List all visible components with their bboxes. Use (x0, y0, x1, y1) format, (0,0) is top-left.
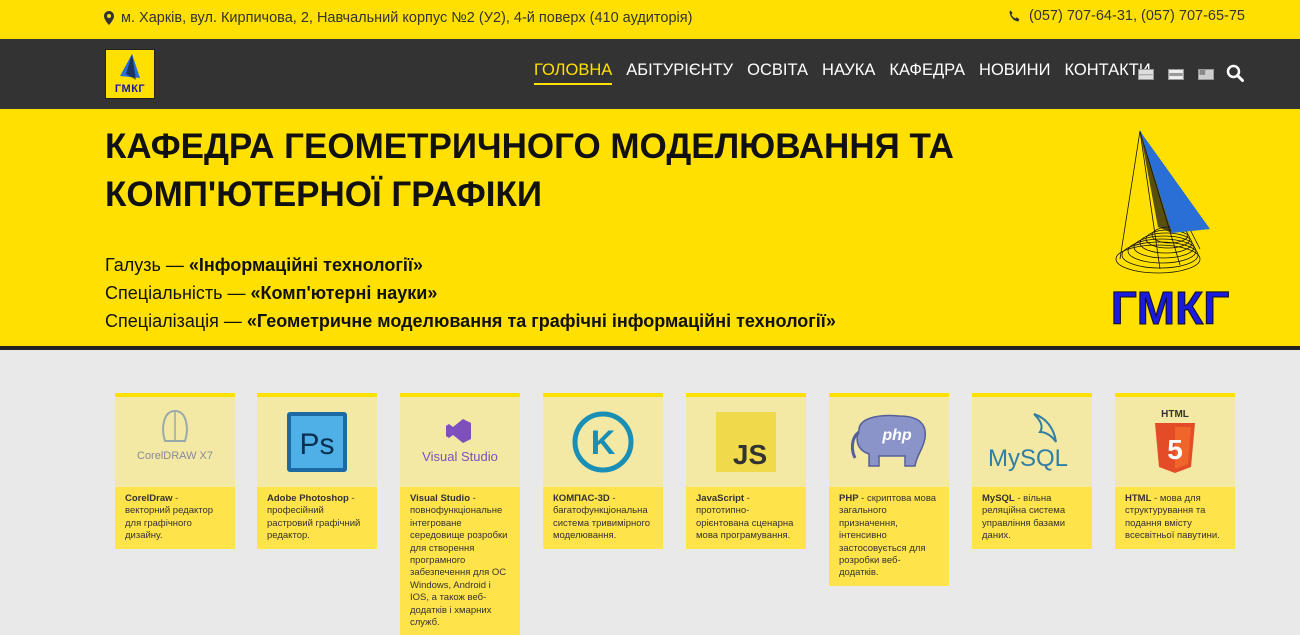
nav-item-applicants[interactable]: АБІТУРІЄНТУ (626, 61, 733, 85)
nav-item-science[interactable]: НАУКА (822, 61, 875, 85)
phone: (057) 707-64-31, (057) 707-65-75 (1008, 8, 1245, 24)
main-menu: ГОЛОВНА АБІТУРІЄНТУ ОСВІТА НАУКА КАФЕДРА… (534, 61, 1151, 85)
card-description: Adobe Photoshop - професійний растровий … (267, 493, 361, 542)
specialization-line: Спеціалізація — «Геометричне моделювання… (105, 311, 836, 331)
industry-line: Галузь — «Інформаційні технології» (105, 255, 423, 275)
specialty-info: Галузь — «Інформаційні технології» Спеці… (105, 251, 836, 335)
flag-en-icon[interactable] (1198, 69, 1214, 80)
kompas-logo-text: K (591, 424, 616, 462)
tool-card-visual-studio[interactable]: Visual Studio Visual Studio - повнофункц… (400, 393, 520, 635)
coreldraw-logo-text: CorelDRAW X7 (137, 450, 213, 462)
tool-card-mysql[interactable]: MySQL MySQL - вільна реляційна система у… (972, 393, 1092, 549)
nav-item-department[interactable]: КАФЕДРА (889, 61, 965, 85)
emblem-text: ГМКГ (1111, 282, 1230, 329)
mysql-logo-text: MySQL (988, 445, 1068, 472)
card-description: JavaScript - прототипно-орієнтована сцен… (696, 493, 794, 542)
php-logo-text: php (881, 427, 912, 444)
logo-emblem-icon (120, 54, 140, 80)
language-switcher (1138, 69, 1214, 80)
tool-card-php[interactable]: php PHP - скриптова мова загального приз… (829, 393, 949, 586)
tool-card-photoshop[interactable]: Ps Adobe Photoshop - професійний растров… (257, 393, 377, 549)
photoshop-logo-icon: Ps (257, 397, 377, 487)
javascript-logo-icon: JS (686, 397, 806, 487)
nav-item-education[interactable]: ОСВІТА (747, 61, 808, 85)
flag-ru-icon[interactable] (1168, 69, 1184, 80)
card-description: КОМПАС-3D - багатофункціональна система … (553, 493, 651, 542)
photoshop-logo-text: Ps (299, 428, 334, 461)
main-navbar: ГМКГ ГОЛОВНА АБІТУРІЄНТУ ОСВІТА НАУКА КА… (0, 39, 1300, 109)
javascript-logo-text: JS (733, 439, 767, 470)
svg-text:5: 5 (1167, 434, 1183, 465)
card-description: CorelDraw - векторний редактор для графі… (125, 493, 214, 542)
mysql-logo-icon: MySQL (972, 397, 1092, 487)
coreldraw-logo-icon: CorelDRAW X7 (115, 397, 235, 487)
phone-icon (1009, 10, 1020, 21)
card-description: MySQL - вільна реляційна система управлі… (982, 493, 1066, 542)
specialty-line: Спеціальність — «Комп'ютерні науки» (105, 283, 438, 303)
top-info-bar: м. Харків, вул. Кирпичова, 2, Навчальний… (0, 0, 1300, 39)
hero-banner: КАФЕДРА ГЕОМЕТРИЧНОГО МОДЕЛЮВАННЯ ТА КОМ… (0, 109, 1300, 350)
nav-item-home[interactable]: ГОЛОВНА (534, 61, 613, 85)
tool-card-coreldraw[interactable]: CorelDRAW X7 CorelDraw - векторний редак… (115, 393, 235, 549)
card-description: HTML - мова для структурування та поданн… (1125, 493, 1220, 542)
address-text: м. Харків, вул. Кирпичова, 2, Навчальний… (121, 10, 693, 26)
phone-text[interactable]: (057) 707-64-31, (057) 707-65-75 (1029, 8, 1245, 24)
tool-card-html[interactable]: HTML 5 HTML - мова для структурування та… (1115, 393, 1235, 549)
card-description: PHP - скриптова мова загального призначе… (839, 493, 937, 579)
kompas-logo-icon: K (543, 397, 663, 487)
site-logo[interactable]: ГМКГ (105, 49, 155, 99)
visual-studio-logo-text: Visual Studio (422, 449, 498, 464)
flag-uk-icon[interactable] (1138, 69, 1154, 80)
address: м. Харків, вул. Кирпичова, 2, Навчальний… (104, 10, 692, 26)
tool-card-kompas[interactable]: K КОМПАС-3D - багатофункціональна систем… (543, 393, 663, 549)
php-elephant-logo-icon: php (829, 397, 949, 487)
html5-logo-icon: HTML 5 (1115, 397, 1235, 487)
page-title: КАФЕДРА ГЕОМЕТРИЧНОГО МОДЕЛЮВАННЯ ТА КОМ… (105, 127, 954, 214)
card-description: Visual Studio - повнофункціональне інтег… (410, 493, 508, 629)
map-marker-icon (104, 11, 114, 25)
department-emblem: ГМКГ (1110, 130, 1230, 329)
search-icon[interactable] (1226, 64, 1244, 82)
tool-card-javascript[interactable]: JS JavaScript - прототипно-орієнтована с… (686, 393, 806, 549)
nav-item-news[interactable]: НОВИНИ (979, 61, 1050, 85)
visual-studio-logo-icon: Visual Studio (400, 397, 520, 487)
logo-text: ГМКГ (114, 83, 146, 95)
html-logo-text: HTML (1161, 409, 1189, 420)
